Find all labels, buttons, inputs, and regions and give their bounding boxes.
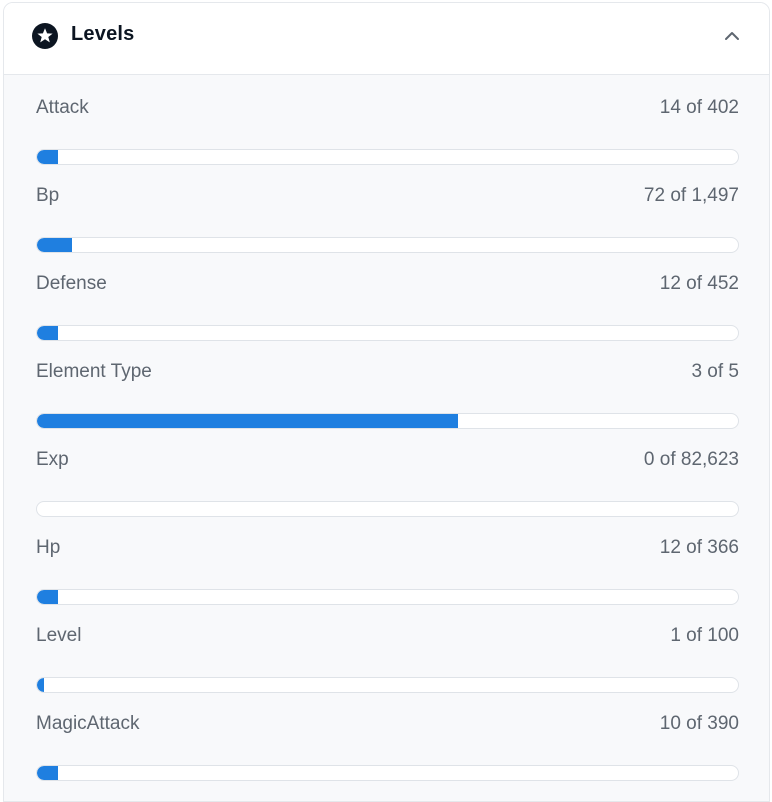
progress-fill xyxy=(37,678,44,692)
level-value: 10 of 390 xyxy=(659,713,739,734)
level-value: 12 of 452 xyxy=(659,273,739,294)
level-row-bp: Bp 72 of 1,497 xyxy=(36,185,739,255)
level-row-defense: Defense 12 of 452 xyxy=(36,273,739,343)
level-value: 14 of 402 xyxy=(659,97,739,118)
level-row-element-type: Element Type 3 of 5 xyxy=(36,361,739,431)
level-value: 3 of 5 xyxy=(691,361,739,382)
levels-header[interactable]: Levels xyxy=(4,3,769,75)
levels-list: Attack 14 of 402 Bp 72 of 1,497 Defense … xyxy=(4,75,769,801)
panel-title: Levels xyxy=(71,23,135,45)
progress-fill xyxy=(37,150,59,164)
level-name: Bp xyxy=(36,185,60,206)
progress-fill xyxy=(37,590,59,604)
progress-bar xyxy=(36,237,739,253)
level-name: Hp xyxy=(36,537,61,558)
level-value: 0 of 82,623 xyxy=(643,449,739,470)
level-value: 12 of 366 xyxy=(659,537,739,558)
level-name: Level xyxy=(36,625,82,646)
level-name: Defense xyxy=(36,273,107,294)
progress-bar xyxy=(36,765,739,781)
levels-panel: Levels Attack 14 of 402 Bp 72 of 1,497 D… xyxy=(3,2,770,802)
progress-fill xyxy=(37,766,59,780)
level-value: 1 of 100 xyxy=(670,625,739,646)
progress-fill xyxy=(37,238,73,252)
level-row-exp: Exp 0 of 82,623 xyxy=(36,449,739,519)
star-circle-icon xyxy=(32,23,58,49)
progress-fill xyxy=(37,326,59,340)
progress-fill xyxy=(37,414,458,428)
progress-bar xyxy=(36,149,739,165)
progress-bar xyxy=(36,589,739,605)
progress-bar xyxy=(36,413,739,429)
level-row-level: Level 1 of 100 xyxy=(36,625,739,695)
level-name: Exp xyxy=(36,449,69,470)
level-name: Attack xyxy=(36,97,89,118)
level-name: MagicAttack xyxy=(36,713,140,734)
chevron-up-icon[interactable] xyxy=(723,27,741,45)
progress-bar xyxy=(36,501,739,517)
progress-bar xyxy=(36,325,739,341)
level-value: 72 of 1,497 xyxy=(643,185,739,206)
level-name: Element Type xyxy=(36,361,152,382)
level-row-attack: Attack 14 of 402 xyxy=(36,97,739,167)
level-row-magicattack: MagicAttack 10 of 390 xyxy=(36,713,739,783)
progress-bar xyxy=(36,677,739,693)
level-row-hp: Hp 12 of 366 xyxy=(36,537,739,607)
